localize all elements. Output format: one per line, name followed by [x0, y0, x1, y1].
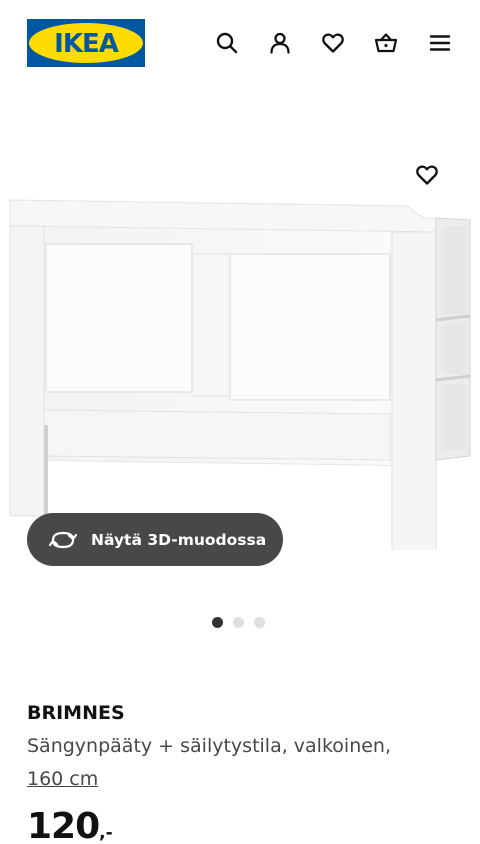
pagination-dot-3[interactable] [254, 617, 265, 628]
ikea-logo[interactable]: IKEA [27, 19, 145, 67]
heart-icon[interactable] [318, 28, 348, 58]
menu-icon[interactable] [425, 28, 455, 58]
svg-text:IKEA: IKEA [54, 29, 119, 59]
site-header: IKEA [0, 0, 480, 88]
ikea-logo-graphic: IKEA [27, 19, 145, 67]
product-image [9, 199, 471, 550]
cart-icon[interactable] [371, 28, 401, 58]
pagination-dot-1[interactable] [212, 617, 223, 628]
pagination-dot-2[interactable] [233, 617, 244, 628]
product-info: BRIMNES Sängynpääty + säilytystila, valk… [27, 698, 457, 844]
view-3d-button[interactable]: Näytä 3D-muodossa [27, 513, 283, 566]
rotate-3d-icon [49, 531, 77, 548]
price-suffix: ,- [99, 823, 113, 843]
product-name: BRIMNES [27, 702, 125, 724]
favourite-heart-icon[interactable] [410, 158, 444, 192]
search-icon[interactable] [212, 28, 242, 58]
account-icon[interactable] [265, 28, 295, 58]
price-integer: 120 [27, 806, 100, 844]
product-description: Sängynpääty + säilytystila, valkoinen, [27, 735, 392, 757]
product-price: 120,- [27, 806, 457, 844]
gallery-pagination [212, 617, 265, 628]
view-3d-label: Näytä 3D-muodossa [91, 530, 267, 549]
product-size-link[interactable]: 160 cm [27, 763, 98, 796]
